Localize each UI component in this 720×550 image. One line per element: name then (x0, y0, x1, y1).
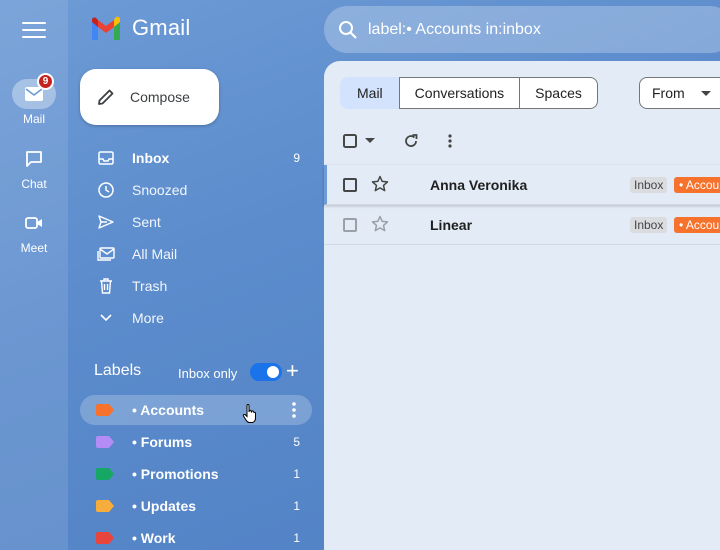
nav-label: All Mail (132, 246, 178, 262)
more-vert-icon[interactable] (444, 133, 456, 149)
search-filter-chips: Mail Conversations Spaces (340, 77, 598, 109)
star-icon[interactable] (371, 215, 389, 233)
mail-icon (25, 87, 43, 101)
inbox-only-label: Inbox only (178, 366, 238, 381)
label-tag-icon (96, 532, 114, 544)
nav-item-sent[interactable]: Sent (80, 206, 312, 238)
nav-item-inbox[interactable]: Inbox 9 (80, 142, 312, 174)
select-all-checkbox[interactable] (343, 134, 357, 148)
rail-item-meet[interactable]: Meet (0, 208, 68, 255)
sender-name: Linear (430, 216, 473, 233)
nav-item-more[interactable]: More (80, 302, 312, 334)
chevron-down-icon (100, 314, 112, 322)
nav-label: Trash (132, 278, 168, 294)
label-count: 1 (293, 467, 300, 481)
search-input[interactable]: label:• Accounts in:inbox (368, 21, 541, 39)
from-filter-dropdown[interactable]: From (639, 77, 720, 109)
message-row[interactable]: Linear Inbox • Accounts (324, 205, 720, 245)
chat-icon (26, 151, 42, 167)
message-row[interactable]: Anna Veronika Inbox • Accounts (324, 165, 720, 205)
rail-item-chat[interactable]: Chat (0, 144, 68, 191)
nav-label: Inbox (132, 150, 170, 166)
label-item-accounts[interactable]: • Accounts (80, 395, 312, 425)
hand-cursor-icon (242, 404, 256, 423)
mail-list-panel: Mail Conversations Spaces From Anna Vero… (324, 61, 720, 550)
inbox-icon (98, 151, 114, 165)
video-icon (25, 217, 42, 229)
trash-icon (100, 278, 112, 294)
add-label-icon[interactable]: + (286, 360, 299, 382)
nav-label: Sent (132, 214, 161, 230)
chip-mail[interactable]: Mail (340, 77, 400, 109)
accounts-tag[interactable]: • Accounts (674, 176, 720, 193)
label-name: • Work (132, 530, 176, 546)
row-checkbox[interactable] (343, 177, 357, 192)
search-bar[interactable]: label:• Accounts in:inbox (324, 6, 720, 53)
pencil-icon (98, 89, 114, 105)
label-item-updates[interactable]: • Updates 1 (80, 491, 312, 521)
app-name: Gmail (132, 15, 191, 40)
clock-icon (98, 182, 114, 198)
more-vert-icon[interactable] (286, 401, 302, 419)
nav-item-all-mail[interactable]: All Mail (80, 238, 312, 270)
label-tag-icon (96, 436, 114, 448)
navigation-rail: 9 Mail Chat Meet (0, 0, 68, 550)
label-name: • Promotions (132, 466, 219, 482)
all-mail-icon (97, 247, 115, 261)
inbox-tag[interactable]: Inbox (630, 176, 668, 193)
row-checkbox[interactable] (343, 217, 357, 232)
send-icon (98, 215, 114, 229)
label-count: 1 (293, 531, 300, 545)
labels-heading: Labels (94, 362, 142, 379)
label-tag-icon (96, 468, 114, 480)
rail-item-label: Chat (21, 177, 47, 191)
rail-item-label: Meet (20, 241, 48, 255)
gmail-m-icon (92, 16, 120, 40)
nav-label: More (132, 310, 164, 326)
chip-conversations[interactable]: Conversations (398, 77, 521, 109)
label-item-promotions[interactable]: • Promotions 1 (80, 459, 312, 489)
unread-badge: 9 (37, 73, 54, 90)
sender-name: Anna Veronika (430, 176, 528, 193)
rail-item-label: Mail (22, 112, 45, 126)
label-item-work[interactable]: • Work 1 (80, 523, 312, 550)
label-count: 1 (293, 499, 300, 513)
inbox-tag[interactable]: Inbox (630, 216, 668, 233)
label-name: • Updates (132, 498, 197, 514)
toggle-knob (267, 366, 279, 378)
label-name: • Forums (132, 434, 193, 450)
label-item-forums[interactable]: • Forums 5 (80, 427, 312, 457)
nav-label: Snoozed (132, 182, 188, 198)
label-tag-icon (96, 500, 114, 512)
accounts-tag[interactable]: • Accounts (674, 216, 720, 233)
from-filter-label: From (652, 85, 685, 101)
nav-item-trash[interactable]: Trash (80, 270, 312, 302)
label-name: • Accounts (132, 402, 205, 418)
caret-down-icon (700, 90, 711, 96)
compose-button[interactable]: Compose (80, 69, 219, 125)
rail-item-mail[interactable]: 9 Mail (0, 73, 68, 126)
nav-item-snoozed[interactable]: Snoozed (80, 174, 312, 206)
inbox-only-toggle[interactable] (250, 363, 282, 381)
chip-spaces[interactable]: Spaces (519, 77, 598, 109)
select-menu-caret-icon[interactable] (365, 138, 375, 144)
search-icon[interactable] (338, 20, 358, 40)
label-tag-icon (96, 404, 114, 416)
main-menu-icon[interactable] (22, 19, 46, 39)
nav-count: 9 (293, 151, 300, 165)
label-count: 5 (293, 435, 300, 449)
gmail-logo[interactable]: Gmail (90, 15, 190, 41)
star-icon[interactable] (371, 175, 389, 193)
compose-label: Compose (130, 89, 190, 105)
refresh-icon[interactable] (403, 133, 419, 149)
